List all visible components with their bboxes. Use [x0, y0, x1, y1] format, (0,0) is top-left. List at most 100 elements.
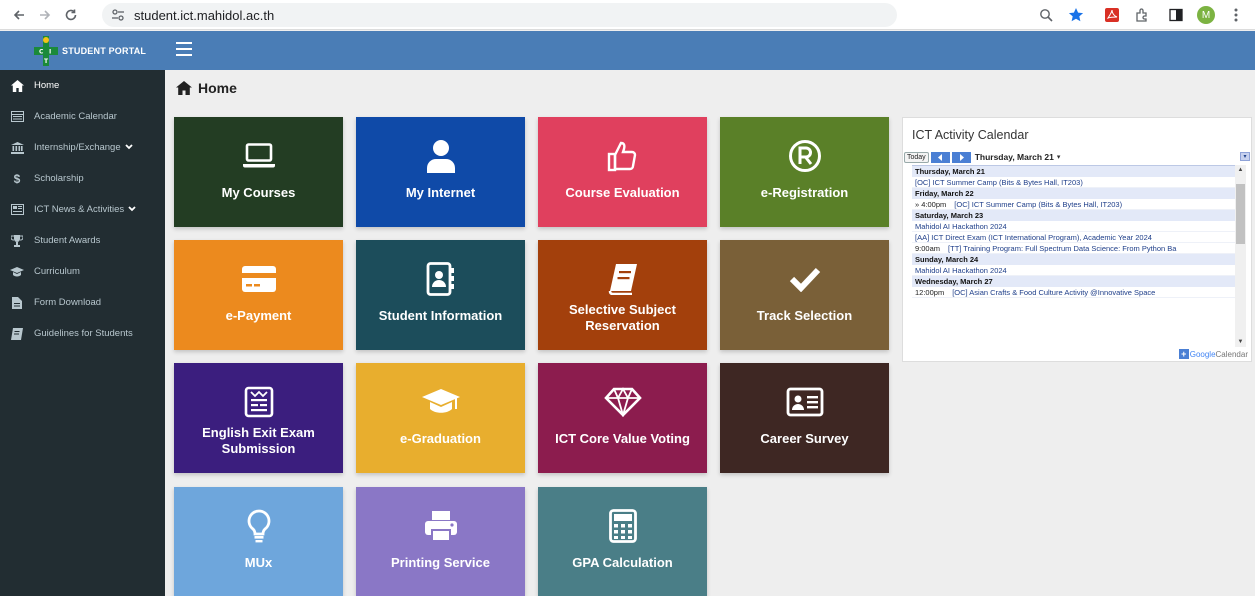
- tile-ict-core-value-voting[interactable]: ICT Core Value Voting: [538, 363, 707, 473]
- address-bar[interactable]: student.ict.mahidol.ac.th: [102, 3, 897, 27]
- tile-label: Track Selection: [756, 308, 853, 323]
- url-text[interactable]: student.ict.mahidol.ac.th: [134, 8, 274, 23]
- tile-gpa-calculation[interactable]: GPA Calculation: [538, 487, 707, 596]
- book-icon: [10, 327, 24, 341]
- svg-text:I: I: [49, 48, 51, 55]
- file-icon: [10, 296, 24, 310]
- calendar-prev-button[interactable]: [930, 151, 950, 163]
- caret-down-icon[interactable]: ▾: [1057, 153, 1061, 161]
- sidebar-item-guidelines[interactable]: Guidelines for Students: [0, 318, 165, 349]
- tile-my-courses[interactable]: My Courses: [174, 117, 343, 227]
- calendar-view-dropdown[interactable]: ▾: [1240, 152, 1250, 161]
- tile-mux[interactable]: MUx: [174, 487, 343, 596]
- calendar-wordmark: Calendar: [1215, 349, 1248, 359]
- calendar-event[interactable]: [OC] ICT Summer Camp (Bits & Bytes Hall,…: [912, 177, 1236, 188]
- tile-e-payment[interactable]: e-Payment: [174, 240, 343, 350]
- printer-icon: [356, 509, 525, 543]
- back-button[interactable]: [8, 4, 30, 26]
- chevron-right-icon: [959, 153, 964, 161]
- tile-e-graduation[interactable]: e-Graduation: [356, 363, 525, 473]
- page-title-text: Home: [198, 80, 237, 96]
- event-title: Mahidol AI Hackathon 2024: [915, 222, 1007, 231]
- site-settings-icon[interactable]: [108, 5, 128, 25]
- sidebar-item-form-download[interactable]: Form Download: [0, 287, 165, 318]
- reload-button[interactable]: [60, 4, 82, 26]
- tile-label: MUx: [244, 555, 273, 570]
- sidebar-item-home[interactable]: Home: [0, 70, 165, 101]
- calendar-scrollbar[interactable]: ▲ ▼: [1235, 165, 1246, 347]
- tile-e-registration[interactable]: e-Registration: [720, 117, 889, 227]
- tile-track-selection[interactable]: Track Selection: [720, 240, 889, 350]
- tile-selective-subject-reservation[interactable]: Selective Subject Reservation: [538, 240, 707, 350]
- tile-label: e-Registration: [760, 185, 849, 200]
- calendar-event[interactable]: Mahidol AI Hackathon 2024: [912, 265, 1236, 276]
- sidebar-item-academic-calendar[interactable]: Academic Calendar: [0, 101, 165, 132]
- calendar-event[interactable]: 9:00am [TT] Training Program: Full Spectr…: [912, 243, 1236, 254]
- home-icon: [176, 81, 192, 95]
- tile-english-exit-exam[interactable]: English Exit Exam Submission: [174, 363, 343, 473]
- scroll-down-icon[interactable]: ▼: [1235, 337, 1246, 347]
- tile-label: Selective Subject Reservation: [569, 302, 676, 333]
- tile-student-information[interactable]: Student Information: [356, 240, 525, 350]
- arrow-right-icon: [40, 9, 51, 20]
- calendar-next-button[interactable]: [951, 151, 971, 163]
- google-calendar-link[interactable]: + Google Calendar: [1178, 349, 1248, 359]
- tile-label: GPA Calculation: [572, 555, 673, 570]
- sidebar-item-label: Academic Calendar: [34, 111, 117, 122]
- home-icon: [10, 79, 24, 93]
- tile-course-evaluation[interactable]: Course Evaluation: [538, 117, 707, 227]
- profile-avatar[interactable]: M: [1195, 4, 1217, 26]
- sidebar-item-label: Scholarship: [34, 173, 84, 184]
- tile-my-internet[interactable]: My Internet: [356, 117, 525, 227]
- calendar-agenda-list: Thursday, March 21 [OC] ICT Summer Camp (…: [912, 165, 1236, 347]
- calendar-day-header: Friday, March 22: [912, 188, 1236, 199]
- pdf-extension-icon[interactable]: [1101, 4, 1123, 26]
- browser-menu-icon[interactable]: [1225, 4, 1247, 26]
- zoom-icon[interactable]: [1035, 4, 1057, 26]
- calendar-today-button[interactable]: Today: [904, 151, 929, 163]
- svg-text:C: C: [39, 48, 44, 55]
- tile-label: Printing Service: [391, 555, 490, 570]
- forward-button[interactable]: [34, 4, 56, 26]
- scroll-up-icon[interactable]: ▲: [1235, 165, 1246, 175]
- sidebar-item-label: Form Download: [34, 297, 102, 308]
- tile-label: My Courses: [221, 185, 296, 200]
- event-title: [OC] Asian Crafts & Food Culture Activit…: [952, 288, 1156, 297]
- google-wordmark: Google: [1189, 349, 1216, 359]
- calendar-event[interactable]: [AA] ICT Direct Exam (ICT International …: [912, 232, 1236, 243]
- sidebar-item-student-awards[interactable]: Student Awards: [0, 225, 165, 256]
- calendar-current-date[interactable]: Thursday, March 21: [975, 152, 1054, 162]
- sidebar-item-ict-news[interactable]: ICT News & Activities: [0, 194, 165, 225]
- brand-logo-link[interactable]: C I T STUDENT PORTAL: [0, 31, 165, 70]
- sidebar-item-scholarship[interactable]: $ Scholarship: [0, 163, 165, 194]
- laptop-icon: [174, 139, 343, 173]
- sidebar-item-label: Guidelines for Students: [34, 328, 133, 339]
- tile-label: ICT Core Value Voting: [555, 431, 690, 446]
- graduation-cap-icon: [356, 385, 525, 419]
- tile-printing-service[interactable]: Printing Service: [356, 487, 525, 596]
- calendar-event[interactable]: » 4:00pm [OC] ICT Summer Camp (Bits & Byt…: [912, 199, 1236, 210]
- day-label: Thursday, March 21: [915, 167, 985, 176]
- side-panel-icon[interactable]: [1165, 4, 1187, 26]
- calendar-event[interactable]: 12:00pm [OC] Asian Crafts & Food Culture …: [912, 287, 1236, 298]
- sidebar-item-internship-exchange[interactable]: Internship/Exchange: [0, 132, 165, 163]
- chevron-left-icon: [937, 153, 942, 161]
- sidebar-item-label: ICT News & Activities: [34, 204, 125, 215]
- menu-toggle-button[interactable]: [176, 42, 192, 58]
- event-title: [AA] ICT Direct Exam (ICT International …: [915, 233, 1152, 242]
- sidebar-item-curriculum[interactable]: Curriculum: [0, 256, 165, 287]
- sidebar-item-label: Student Awards: [34, 235, 101, 246]
- tile-label: My Internet: [405, 185, 476, 200]
- extensions-icon[interactable]: [1131, 4, 1153, 26]
- tile-career-survey[interactable]: Career Survey: [720, 363, 889, 473]
- chevron-down-icon: [128, 204, 136, 215]
- calendar-event[interactable]: Mahidol AI Hackathon 2024: [912, 221, 1236, 232]
- event-time: 9:00am: [915, 244, 941, 253]
- calendar-title: ICT Activity Calendar: [912, 128, 1029, 142]
- event-title: [OC] ICT Summer Camp (Bits & Bytes Hall,…: [915, 178, 1083, 187]
- scrollbar-thumb[interactable]: [1236, 184, 1245, 244]
- credit-card-icon: [174, 262, 343, 296]
- event-title: Mahidol AI Hackathon 2024: [915, 266, 1007, 275]
- bookmark-star-icon[interactable]: [1065, 4, 1087, 26]
- portal-header: C I T STUDENT PORTAL: [0, 31, 1255, 70]
